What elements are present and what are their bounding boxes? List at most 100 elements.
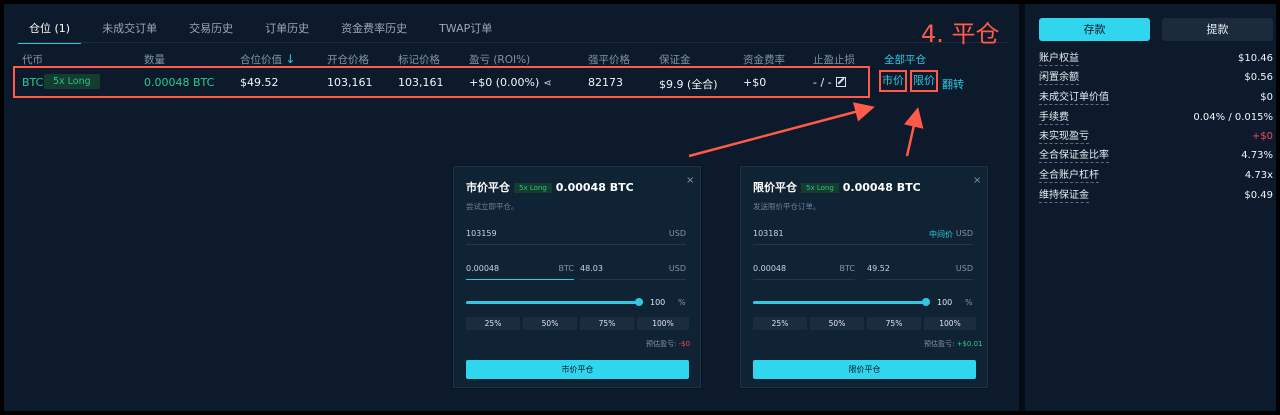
header-margin: 保证金 [659, 54, 691, 66]
fees-row: 手续费 0.04% / 0.015% [1039, 111, 1273, 125]
open-order-value-row: 未成交订单价值 $0 [1039, 91, 1273, 105]
limit-quick-50[interactable]: 50% [810, 317, 864, 330]
limit-size-slider[interactable] [753, 301, 925, 304]
limit-price-unit: USD [955, 229, 973, 238]
market-usd-value: 48.03 [580, 264, 603, 273]
market-dialog-description: 尝试立即平仓。 [466, 202, 519, 211]
cross-leverage-value: 4.73x [1244, 170, 1273, 181]
cross-leverage-label: 全合账户杠杆 [1039, 170, 1099, 183]
limit-dialog-title-text: 限价平仓 [753, 181, 797, 194]
tab-open-orders[interactable]: 未成交订单 [91, 20, 168, 44]
market-pct-sign: % [678, 298, 686, 307]
market-qty-input[interactable]: 0.00048 BTC [466, 264, 574, 280]
limit-dialog-description: 发送限价平仓订单。 [753, 202, 821, 211]
market-price-field: 103159 USD [466, 229, 686, 245]
account-equity-value: $10.46 [1238, 53, 1273, 64]
market-slider-value[interactable]: 100 [650, 298, 665, 307]
market-dialog-title: 市价平仓 5x Long 0.00048 BTC [466, 179, 634, 195]
market-qty-value: 0.00048 [466, 264, 500, 273]
market-close-dialog: 市价平仓 5x Long 0.00048 BTC × 尝试立即平仓。 103159 … [453, 166, 701, 388]
limit-slider-handle[interactable] [922, 298, 930, 306]
limit-quick-25[interactable]: 25% [753, 317, 807, 330]
header-tpsl: 止盈止损 [813, 54, 855, 66]
tab-order-history[interactable]: 订单历史 [254, 20, 320, 44]
limit-quick-100[interactable]: 100% [924, 317, 976, 330]
limit-usd-value: 49.52 [867, 264, 890, 273]
market-dialog-title-text: 市价平仓 [466, 181, 510, 194]
close-icon[interactable]: × [686, 175, 694, 186]
limit-dialog-leverage: 5x Long [801, 183, 839, 193]
market-est-value: -$0 [678, 340, 691, 348]
share-icon[interactable]: ⋖ [543, 78, 551, 89]
row-mark-price: 103,161 [398, 76, 444, 89]
deposit-button[interactable]: 存款 [1039, 18, 1150, 41]
market-qty-unit: BTC [558, 264, 575, 273]
header-coin: 代币 [22, 54, 43, 66]
limit-qty-input[interactable]: 0.00048 BTC [753, 264, 855, 280]
limit-price-input[interactable]: 103181 中间价 USD [753, 229, 973, 245]
limit-est-value: +$0.01 [956, 340, 983, 348]
account-sidebar: 存款 提款 账户权益 $10.46 闲置余额 $0.56 未成交订单价值 $0 手续费… [1025, 4, 1276, 411]
market-quick-75[interactable]: 75% [580, 317, 634, 330]
row-pnl: +$0 (0.00%) ⋖ [469, 76, 552, 89]
cross-margin-ratio-label: 全合保证金比率 [1039, 150, 1109, 163]
header-entry-price: 开仓价格 [327, 54, 369, 66]
limit-dialog-amount: 0.00048 BTC [842, 181, 921, 194]
flip-position-button[interactable]: 翻转 [942, 76, 964, 92]
limit-close-submit-button[interactable]: 限价平仓 [753, 360, 976, 379]
sort-desc-icon[interactable]: ↓ [285, 52, 295, 66]
limit-close-button[interactable]: 限价 [910, 70, 938, 92]
maintenance-margin-row: 维持保证金 $0.49 [1039, 189, 1273, 203]
market-est-pnl: 预估盈亏: -$0 [646, 339, 690, 349]
tab-twap-orders[interactable]: TWAP订单 [428, 20, 503, 44]
market-close-submit-button[interactable]: 市价平仓 [466, 360, 689, 379]
market-dialog-amount: 0.00048 BTC [555, 181, 634, 194]
market-close-button[interactable]: 市价 [879, 70, 907, 92]
unrealized-pnl-value: +$0 [1251, 131, 1273, 142]
tab-funding-history[interactable]: 资金费率历史 [330, 20, 418, 44]
limit-est-label: 预估盈亏: [924, 340, 955, 348]
market-est-label: 预估盈亏: [646, 340, 677, 348]
limit-quick-75[interactable]: 75% [867, 317, 921, 330]
header-size: 数量 [144, 54, 165, 66]
positions-panel: 仓位 (1) 未成交订单 交易历史 订单历史 资金费率历史 TWAP订单 4. … [4, 4, 1019, 411]
limit-close-dialog: 限价平仓 5x Long 0.00048 BTC × 发送限价平仓订单。 10318… [740, 166, 988, 388]
mid-price-button[interactable]: 中间价 [929, 229, 953, 240]
tab-positions[interactable]: 仓位 (1) [18, 20, 82, 44]
idle-balance-label: 闲置余额 [1039, 72, 1079, 85]
tab-trade-history[interactable]: 交易历史 [178, 20, 244, 44]
limit-dialog-title: 限价平仓 5x Long 0.00048 BTC [753, 179, 921, 195]
limit-usd-input[interactable]: 49.52 USD [867, 264, 973, 280]
cross-margin-ratio-value: 4.73% [1241, 150, 1273, 161]
header-funding: 资金费率 [743, 54, 785, 66]
unrealized-pnl-label: 未实现盈亏 [1039, 131, 1089, 144]
market-quick-50[interactable]: 50% [523, 317, 577, 330]
market-quick-25[interactable]: 25% [466, 317, 520, 330]
header-pnl: 盈亏 (ROI%) [469, 54, 531, 66]
header-position-value[interactable]: 合位价值 ↓ [240, 52, 295, 67]
limit-slider-value[interactable]: 100 [937, 298, 952, 307]
limit-pct-sign: % [965, 298, 973, 307]
arrow-to-limit [903, 107, 924, 157]
maintenance-margin-value: $0.49 [1244, 190, 1273, 201]
idle-balance-value: $0.56 [1244, 72, 1273, 83]
arrow-to-market [688, 102, 875, 158]
market-dialog-leverage: 5x Long [514, 183, 552, 193]
market-usd-input[interactable]: 48.03 USD [580, 264, 686, 280]
row-tpsl: - / - [813, 76, 846, 89]
open-order-value: $0 [1260, 92, 1273, 103]
withdraw-button[interactable]: 提款 [1162, 18, 1273, 41]
edit-icon[interactable] [835, 77, 846, 87]
market-quick-100[interactable]: 100% [637, 317, 689, 330]
market-size-slider[interactable] [466, 301, 638, 304]
cross-leverage-row: 全合账户杠杆 4.73x [1039, 169, 1273, 183]
market-price-unit: USD [668, 229, 686, 238]
close-icon[interactable]: × [973, 175, 981, 186]
close-all-button[interactable]: 全部平仓 [884, 52, 926, 67]
market-slider-handle[interactable] [635, 298, 643, 306]
account-equity-label: 账户权益 [1039, 53, 1079, 66]
row-coin[interactable]: BTC [22, 76, 43, 89]
header-position-value-label: 合位价值 [240, 54, 282, 66]
row-entry-price: 103,161 [327, 76, 373, 89]
market-price-value: 103159 [466, 229, 497, 238]
